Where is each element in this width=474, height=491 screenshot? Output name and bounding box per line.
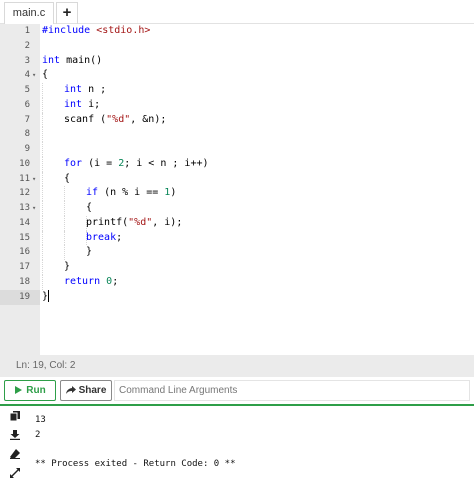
run-button[interactable]: Run — [4, 380, 56, 401]
code-line: 10 for (i = 2; i < n ; i++) — [0, 156, 474, 172]
code-line: 13 ▾{ — [0, 201, 474, 216]
text-cursor — [48, 289, 50, 302]
code-line: 12 if (n % i == 1) — [0, 186, 474, 201]
share-button[interactable]: Share — [60, 380, 112, 401]
editor-status-bar: Ln: 19, Col: 2 — [0, 355, 474, 377]
command-line-arguments-input[interactable] — [114, 380, 470, 401]
play-icon — [15, 386, 23, 394]
console-line: 2 — [35, 429, 41, 440]
line-number: 3 — [24, 55, 30, 66]
download-icon[interactable] — [10, 430, 20, 440]
line-number: 6 — [24, 99, 30, 110]
fold-arrow-icon[interactable]: ▾ — [32, 68, 36, 83]
fold-arrow-icon[interactable]: ▾ — [32, 201, 36, 216]
code-line: 5 int n ; — [0, 83, 474, 98]
code-line-active: 19} — [0, 289, 474, 305]
code-line: 1 #include <stdio.h> — [0, 24, 474, 39]
share-label: Share — [78, 385, 107, 396]
line-number: 8 — [24, 129, 30, 140]
line-number: 16 — [19, 247, 30, 258]
code-line: 14 printf("%d", i); — [0, 215, 474, 231]
console-line: ** Process exited - Return Code: 0 ** — [35, 458, 236, 469]
expand-icon[interactable] — [10, 468, 20, 478]
line-number: 4 — [24, 70, 30, 81]
copy-icon[interactable] — [10, 411, 20, 421]
code-line: 8 — [0, 127, 474, 142]
code-line: 6 int i; — [0, 97, 474, 113]
add-tab-button[interactable]: + — [56, 2, 78, 24]
line-number: 7 — [24, 114, 30, 125]
line-number: 13 — [19, 203, 30, 213]
code-line: 9 — [0, 142, 474, 157]
tab-main-c[interactable]: main.c — [4, 2, 54, 24]
line-number: 11 — [19, 173, 30, 184]
line-number: 17 — [19, 262, 30, 272]
code-line: 15 break; — [0, 230, 474, 246]
line-number: 15 — [19, 232, 30, 243]
code-line: 11 ▾{ — [0, 171, 474, 187]
line-number: 9 — [24, 144, 30, 154]
code-line: 7 scanf ("%d", &n); — [0, 112, 474, 128]
fold-arrow-icon[interactable]: ▾ — [32, 172, 36, 187]
tab-bar: main.c + — [0, 0, 474, 24]
run-toolbar: Run Share — [0, 377, 474, 404]
code-editor[interactable]: 1 #include <stdio.h> 2 3 int main() 4 ▾{ 5i… — [0, 24, 474, 376]
line-number: 1 — [24, 26, 30, 36]
code-line: 2 — [0, 39, 474, 54]
line-number: 10 — [19, 158, 30, 169]
code-line: 17} — [0, 260, 474, 275]
line-number: 12 — [19, 188, 30, 199]
line-number: 2 — [24, 40, 30, 51]
run-label: Run — [26, 385, 46, 396]
line-number: 14 — [19, 217, 30, 228]
console-sidebar — [0, 406, 28, 491]
console-divider — [0, 404, 474, 406]
code-line: 16} — [0, 245, 474, 260]
code-line: 3 int main() — [0, 54, 474, 69]
share-icon — [65, 386, 76, 394]
console-output: 13 2 ** Process exited - Return Code: 0 … — [35, 413, 235, 471]
code-line: 4 ▾{ — [0, 68, 474, 83]
code-line: 18 return 0; — [0, 274, 474, 290]
line-number: 18 — [19, 276, 30, 287]
console-line: 13 — [35, 415, 46, 425]
line-number: 19 — [19, 291, 30, 302]
eraser-icon[interactable] — [10, 449, 20, 459]
line-number: 5 — [24, 85, 30, 95]
